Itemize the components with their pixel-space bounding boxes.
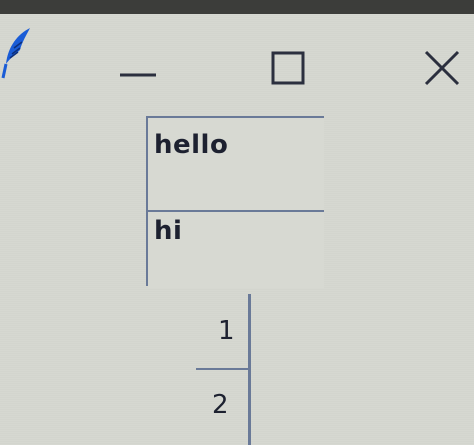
hi-field[interactable]: hi xyxy=(148,210,324,288)
entry-panel: hello hi xyxy=(146,116,326,288)
close-button[interactable] xyxy=(412,40,472,100)
stepper-divider-vertical xyxy=(248,294,251,445)
minimize-button[interactable] xyxy=(108,40,168,100)
hello-field-value: hello xyxy=(154,130,229,160)
minimize-icon xyxy=(116,53,160,87)
app-window: hello hi 1 2 xyxy=(0,0,474,445)
titlebar xyxy=(0,0,474,108)
window-top-edge xyxy=(0,0,474,14)
feather-icon xyxy=(0,24,36,82)
close-icon xyxy=(420,46,464,94)
hi-field-value: hi xyxy=(154,216,183,246)
number-stepper[interactable]: 1 2 xyxy=(196,294,266,445)
stepper-value-1[interactable]: 1 xyxy=(218,316,235,346)
stepper-value-2[interactable]: 2 xyxy=(212,390,229,420)
hello-field[interactable]: hello xyxy=(148,116,324,210)
stepper-divider-horizontal xyxy=(196,368,248,370)
maximize-button[interactable] xyxy=(258,40,318,100)
maximize-icon xyxy=(268,48,308,92)
